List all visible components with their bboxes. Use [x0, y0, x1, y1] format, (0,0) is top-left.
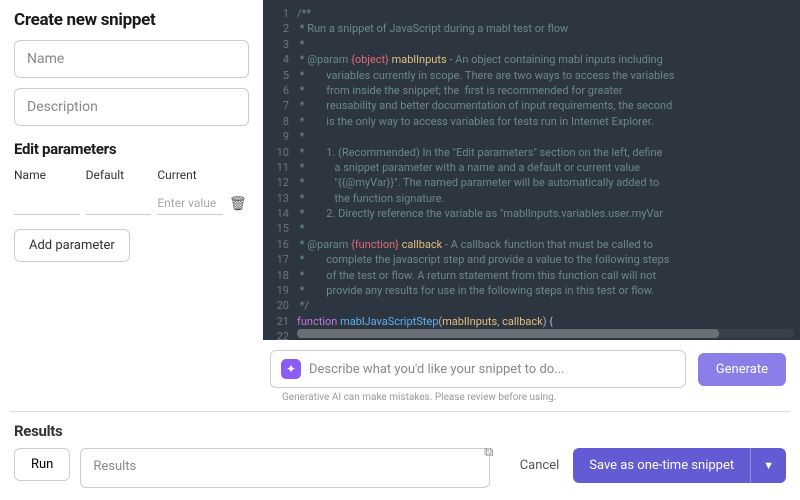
add-parameter-button[interactable]: Add parameter: [14, 229, 130, 262]
delete-icon[interactable]: 🗑: [229, 196, 249, 212]
param-row: 🗑: [14, 192, 249, 215]
left-panel: Create new snippet Name Description Edit…: [0, 0, 263, 340]
ai-prompt-input[interactable]: ✦ Describe what you'd like your snippet …: [270, 350, 686, 388]
code-area[interactable]: /** * Run a snippet of JavaScript during…: [297, 0, 800, 340]
code-editor[interactable]: 123456789101112131415161718192021222324 …: [263, 0, 800, 340]
sparkle-icon: ✦: [281, 359, 301, 379]
description-input[interactable]: Description: [14, 88, 249, 126]
generate-button[interactable]: Generate: [698, 353, 786, 386]
popout-icon[interactable]: ⧉: [484, 445, 493, 460]
line-gutter: 123456789101112131415161718192021222324: [263, 0, 297, 340]
run-button[interactable]: Run: [14, 448, 70, 481]
results-section: Results Run Results ⧉ Cancel Save as one…: [0, 414, 800, 496]
horizontal-scrollbar[interactable]: [297, 329, 794, 338]
ai-placeholder: Describe what you'd like your snippet to…: [309, 362, 564, 377]
params-heading: Edit parameters: [14, 140, 249, 158]
ai-row: ✦ Describe what you'd like your snippet …: [0, 340, 800, 390]
col-current: Current: [157, 168, 223, 182]
results-placeholder: Results: [93, 459, 136, 474]
name-input[interactable]: Name: [14, 40, 249, 78]
save-button[interactable]: Save as one-time snippet: [573, 448, 750, 483]
page-title: Create new snippet: [14, 10, 249, 30]
results-heading: Results: [14, 422, 786, 440]
param-name-input[interactable]: [14, 192, 80, 215]
col-name: Name: [14, 168, 80, 182]
param-current-input[interactable]: [157, 192, 223, 215]
param-default-input[interactable]: [86, 192, 152, 215]
cancel-button[interactable]: Cancel: [520, 458, 560, 473]
results-output[interactable]: Results ⧉: [80, 448, 490, 488]
divider: [10, 411, 790, 412]
save-button-group: Save as one-time snippet ▼: [573, 448, 786, 483]
save-dropdown-button[interactable]: ▼: [750, 448, 786, 483]
params-header-row: Name Default Current: [14, 168, 249, 182]
col-default: Default: [86, 168, 152, 182]
ai-disclaimer: Generative AI can make mistakes. Please …: [0, 390, 800, 409]
